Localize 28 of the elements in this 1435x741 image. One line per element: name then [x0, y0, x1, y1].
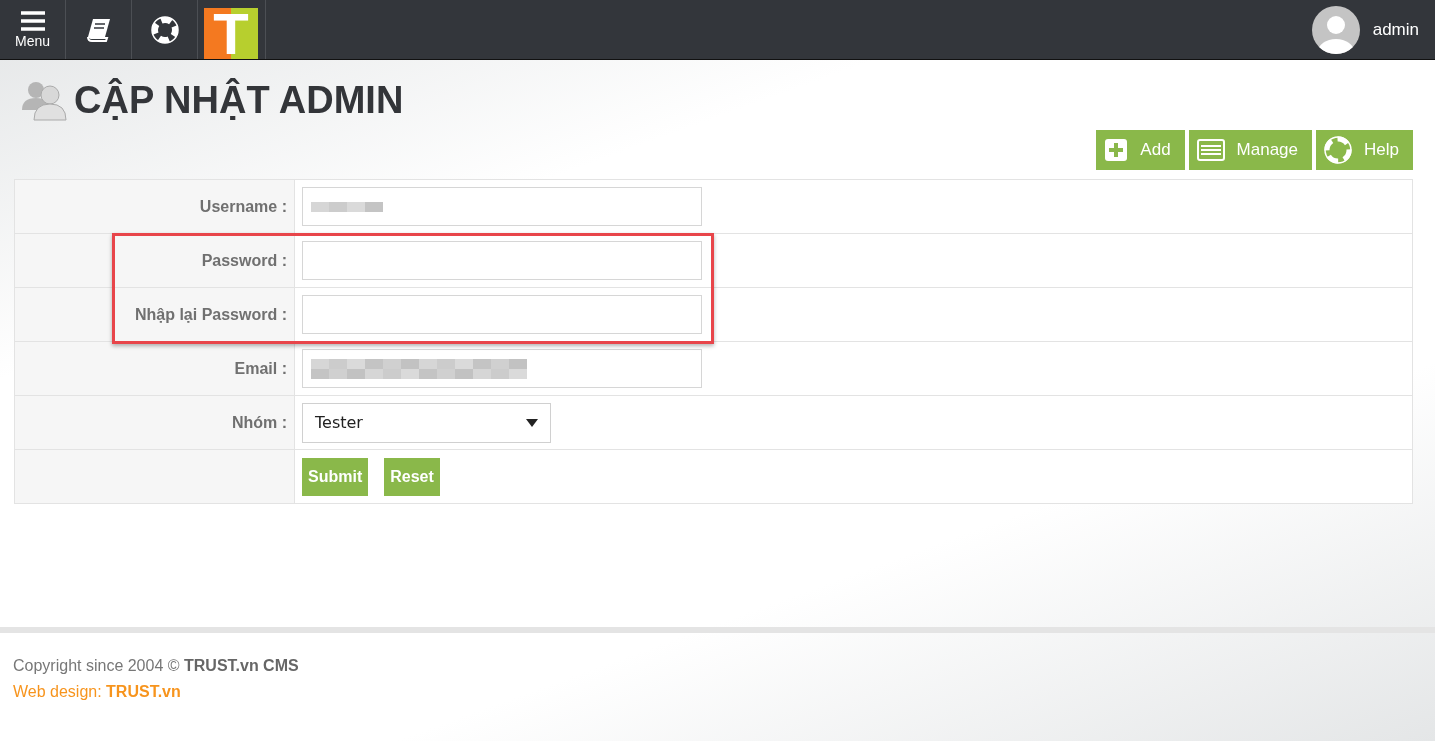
submit-button[interactable]: Submit: [302, 457, 369, 496]
manage-button[interactable]: Manage: [1188, 130, 1313, 170]
lifebuoy-icon: [150, 15, 179, 44]
text-field[interactable]: [302, 349, 702, 388]
field-label: Username :: [199, 197, 287, 216]
group-dropdown[interactable]: Tester: [302, 402, 551, 443]
help-button[interactable]: Help: [1316, 130, 1413, 170]
field-label: Password :: [201, 251, 287, 270]
page-title: CẬP NHẬT ADMIN: [74, 78, 404, 122]
field-label: Email :: [234, 359, 287, 378]
lifebuoy-icon: [1324, 136, 1353, 164]
field-label: Nhập lại Password :: [134, 305, 287, 324]
reset-button[interactable]: Reset: [384, 457, 440, 496]
copyright-text: Copyright since 2004 © TRUST.vn CMS: [13, 657, 300, 675]
password-field[interactable]: [302, 295, 702, 334]
plus-icon: [1104, 138, 1129, 162]
text-field[interactable]: [302, 187, 702, 226]
list-icon: [1196, 139, 1225, 161]
logo[interactable]: T: [204, 8, 258, 59]
user-name[interactable]: admin: [1372, 19, 1419, 40]
add-button[interactable]: Add: [1096, 130, 1185, 170]
password-field[interactable]: [302, 241, 702, 280]
menu-button[interactable]: Menu: [0, 0, 66, 59]
web-design-link[interactable]: Web design: TRUST.vn: [13, 683, 1422, 701]
caret-icon: [526, 418, 538, 427]
menu-icon: [20, 10, 45, 31]
book-icon: [85, 17, 112, 42]
field-label: Nhóm :: [231, 413, 287, 432]
